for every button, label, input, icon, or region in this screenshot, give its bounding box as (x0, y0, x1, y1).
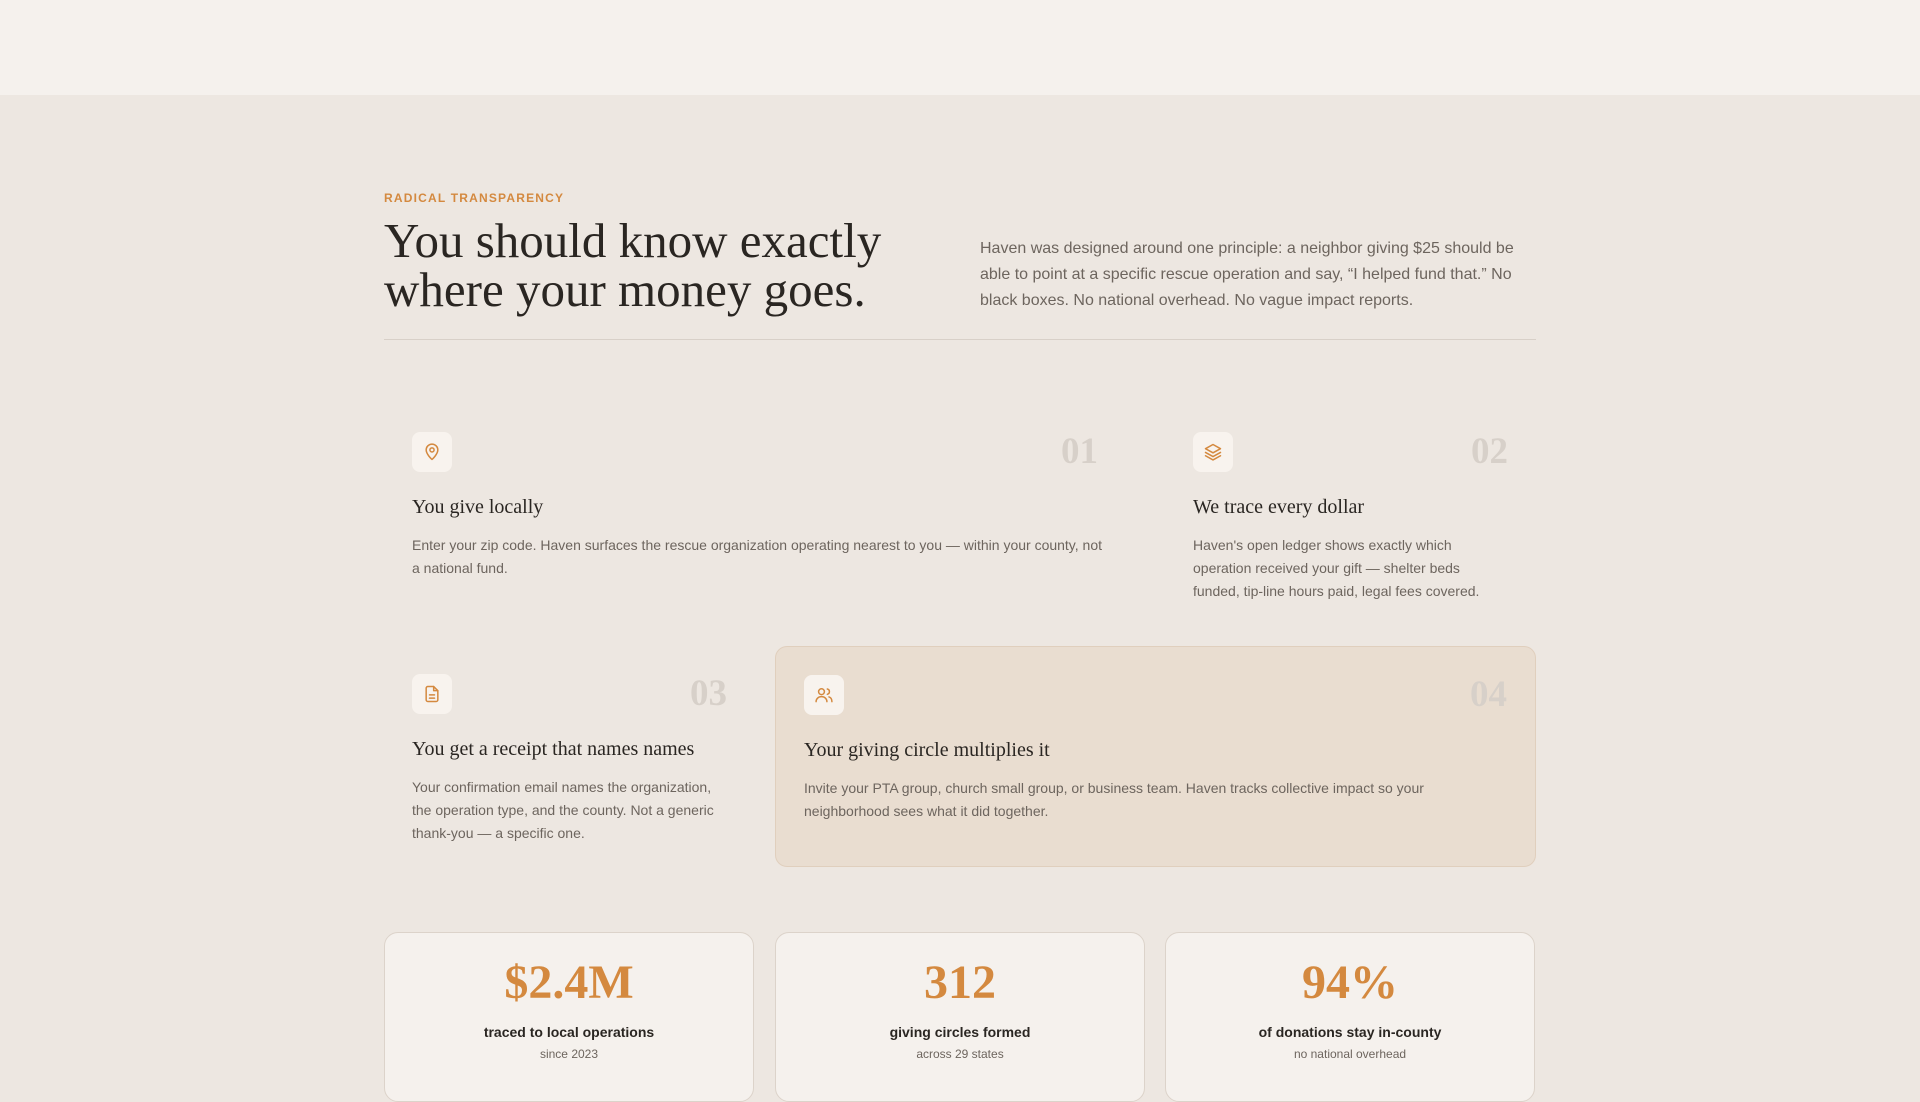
section-divider (384, 339, 1536, 340)
step-title: Your giving circle multiplies it (804, 739, 1050, 761)
stat-sublabel: across 29 states (916, 1047, 1004, 1061)
stat-value: 312 (924, 956, 996, 1009)
step-card-4: 04 Your giving circle multiplies it Invi… (775, 646, 1536, 867)
section-eyebrow: RADICAL TRANSPARENCY (384, 191, 565, 205)
step-description: Your confirmation email names the organi… (412, 779, 714, 841)
stat-card-funds: $2.4M traced to local operations since 2… (384, 932, 754, 1102)
stat-value: $2.4M (504, 956, 634, 1009)
users-icon (804, 675, 844, 715)
step-card-2: 02 We trace every dollar Haven's open le… (1165, 404, 1536, 614)
step-card-3: 03 You get a receipt that names names Yo… (384, 646, 755, 866)
step-number: 03 (690, 673, 727, 714)
headline-line-2: where your money goes. (384, 262, 866, 317)
step-title: You get a receipt that names names (412, 738, 695, 760)
step-description: Enter your zip code. Haven surfaces the … (412, 537, 1103, 576)
step-description: Invite your PTA group, church small grou… (804, 780, 1424, 819)
step-title: You give locally (412, 496, 544, 518)
stat-sublabel: no national overhead (1293, 1047, 1407, 1061)
stat-sublabel: since 2023 (539, 1047, 599, 1061)
layers-icon (1193, 432, 1233, 472)
document-icon (412, 674, 452, 714)
stat-label: traced to local operations (483, 1024, 655, 1040)
step-number: 02 (1471, 431, 1508, 472)
map-pin-icon (412, 432, 452, 472)
section-intro: Haven was designed around one principle:… (980, 240, 1514, 309)
headline-line-1: You should know exactly (384, 213, 882, 268)
stat-card-in-county: 94% of donations stay in-county no natio… (1165, 932, 1535, 1102)
stat-value: 94% (1302, 956, 1398, 1009)
stat-label: of donations stay in-county (1258, 1024, 1442, 1040)
step-number: 01 (1061, 431, 1098, 472)
step-number: 04 (1470, 674, 1507, 715)
transparency-section: RADICAL TRANSPARENCY You should know exa… (384, 0, 1536, 1102)
step-card-1: 01 You give locally Enter your zip code.… (384, 404, 1126, 614)
step-title: We trace every dollar (1193, 496, 1365, 518)
stat-label: giving circles formed (889, 1024, 1031, 1040)
step-description: Haven's open ledger shows exactly which … (1193, 537, 1480, 599)
section-headline: You should know exactly where your money… (384, 216, 944, 314)
stat-card-circles: 312 giving circles formed across 29 stat… (775, 932, 1145, 1102)
